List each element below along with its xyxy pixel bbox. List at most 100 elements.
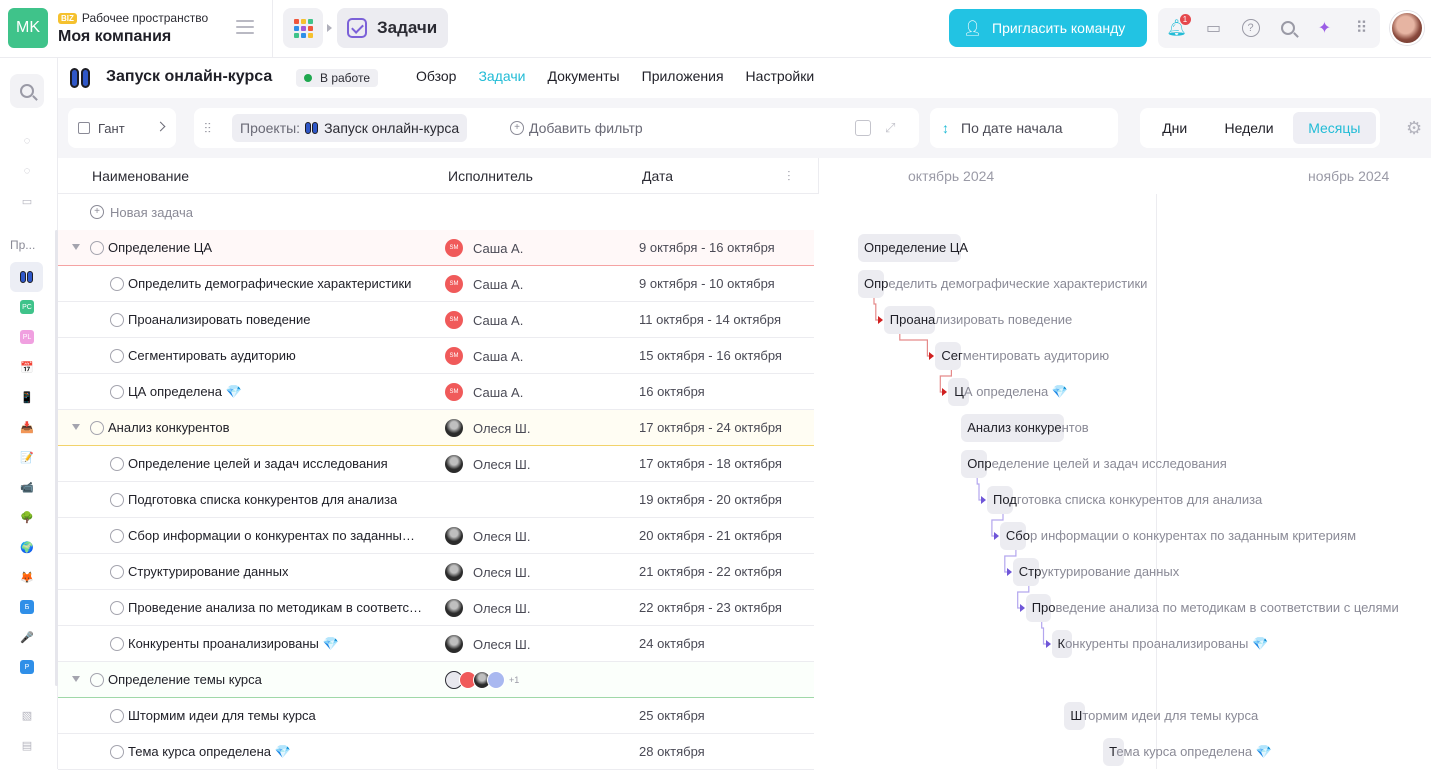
table-row[interactable]: Проведение анализа по методикам в соотве… [58, 590, 814, 626]
tab-3[interactable]: Приложения [642, 68, 724, 84]
task-status-toggle[interactable] [110, 637, 124, 651]
bell-icon[interactable]: 🔔︎ 1 [1166, 14, 1191, 38]
memo-icon[interactable]: 📝 [20, 450, 34, 464]
task-status-toggle[interactable] [110, 385, 124, 399]
check-circle-icon[interactable]: ◌ [20, 164, 34, 178]
task-status-toggle[interactable] [110, 745, 124, 759]
assignee[interactable]: Олеся Ш. [445, 455, 530, 473]
task-status-toggle[interactable] [90, 241, 104, 255]
task-status-toggle[interactable] [110, 601, 124, 615]
user-avatar[interactable] [1390, 11, 1424, 45]
table-row[interactable]: Сегментировать аудиторию SM Саша А. 15 октя… [58, 338, 814, 374]
assignee[interactable]: Олеся Ш. [445, 635, 530, 653]
status-badge[interactable]: В работе [296, 69, 379, 87]
table-row[interactable]: ЦА определена 💎 SM Саша А. 16 октября [58, 374, 814, 410]
tab-4[interactable]: Настройки [746, 68, 815, 84]
task-date[interactable]: 17 октября - 18 октября [639, 456, 782, 471]
task-group-row[interactable]: Определение темы курса +1 [58, 662, 814, 698]
assignee[interactable]: Олеся Ш. [445, 419, 530, 437]
check-circle-icon[interactable]: ◌ [20, 134, 34, 148]
table-row[interactable]: Проанализировать поведение SM Саша А. 11 ок… [58, 302, 814, 338]
task-status-toggle[interactable] [110, 493, 124, 507]
scale-button-2[interactable]: Месяцы [1292, 112, 1376, 144]
task-status-toggle[interactable] [110, 277, 124, 291]
apps-grid-icon[interactable] [283, 8, 323, 48]
sidebar-project-pc[interactable]: PC [20, 300, 34, 314]
table-row[interactable]: Подготовка списка конкурентов для анализ… [58, 482, 814, 518]
column-settings-icon[interactable]: ⫶ [787, 168, 791, 185]
task-name[interactable]: ЦА определена 💎 [128, 384, 242, 400]
archive-icon[interactable]: ▧ [20, 708, 34, 722]
task-name[interactable]: Штормим идеи для темы курса [128, 708, 316, 723]
tab-2[interactable]: Документы [547, 68, 619, 84]
task-date[interactable]: 15 октября - 16 октября [639, 348, 782, 363]
camera-icon[interactable]: 📹 [20, 480, 34, 494]
chevron-down-icon[interactable] [72, 424, 80, 430]
help-icon[interactable]: ? [1241, 18, 1261, 38]
inbox-icon[interactable]: 📥 [20, 420, 34, 434]
task-date[interactable]: 25 октября [639, 708, 705, 723]
task-status-toggle[interactable] [110, 313, 124, 327]
task-name[interactable]: Определение ЦА [108, 240, 212, 255]
fox-icon[interactable]: 🦊 [20, 570, 34, 584]
breadcrumb-tasks[interactable]: Задачи [337, 8, 448, 48]
sidebar-project-b[interactable]: Б [20, 600, 34, 614]
task-date[interactable]: 24 октября [639, 636, 705, 651]
task-date[interactable]: 20 октября - 21 октября [639, 528, 782, 543]
task-name[interactable]: Определение темы курса [108, 672, 262, 687]
task-status-toggle[interactable] [110, 529, 124, 543]
tab-0[interactable]: Обзор [416, 68, 456, 84]
task-name[interactable]: Структурирование данных [128, 564, 288, 579]
task-status-toggle[interactable] [110, 709, 124, 723]
workspace-logo[interactable]: MK [8, 8, 48, 48]
calendar-icon[interactable]: 📅 [20, 360, 34, 374]
invite-team-button[interactable]: 👤︎ Пригласить команду [949, 9, 1147, 47]
task-date[interactable]: 21 октября - 22 октября [639, 564, 782, 579]
sidebar-search-button[interactable] [10, 74, 44, 108]
task-name[interactable]: Сбор информации о конкурентах по заданны… [128, 528, 423, 543]
phone-icon[interactable]: 📱 [20, 390, 34, 404]
assignee[interactable]: Олеся Ш. [445, 563, 530, 581]
task-date[interactable]: 17 октября - 24 октября [639, 420, 782, 435]
assignee-stack[interactable]: +1 [445, 671, 519, 689]
assignee[interactable]: SM Саша А. [445, 311, 523, 329]
task-name[interactable]: Определить демографические характеристик… [128, 276, 411, 291]
search-icon[interactable] [1278, 18, 1298, 38]
table-row[interactable]: Определить демографические характеристик… [58, 266, 814, 302]
tab-1[interactable]: Задачи [478, 68, 525, 84]
assignee[interactable]: SM Саша А. [445, 239, 523, 257]
task-name[interactable]: Конкуренты проанализированы 💎 [128, 636, 339, 652]
task-date[interactable]: 9 октября - 16 октября [639, 240, 775, 255]
chevron-down-icon[interactable] [72, 244, 80, 250]
column-date-header[interactable]: Дата [642, 168, 673, 184]
task-name[interactable]: Подготовка списка конкурентов для анализ… [128, 492, 397, 507]
table-row[interactable]: Сбор информации о конкурентах по заданны… [58, 518, 814, 554]
sidebar-project-pl[interactable]: PL [20, 330, 34, 344]
task-name[interactable]: Тема курса определена 💎 [128, 744, 291, 760]
task-name[interactable]: Определение целей и задач исследования [128, 456, 388, 471]
scale-button-0[interactable]: Дни [1144, 112, 1205, 144]
view-selector[interactable]: Гант [68, 108, 176, 148]
task-status-toggle[interactable] [110, 565, 124, 579]
task-group-row[interactable]: Анализ конкурентов Олеся Ш. 17 октября - 2… [58, 410, 814, 446]
task-date[interactable]: 22 октября - 23 октября [639, 600, 782, 615]
task-date[interactable]: 28 октября [639, 744, 705, 759]
sidebar-project-p[interactable]: P [20, 660, 34, 674]
folder-icon[interactable]: ▭ [20, 194, 34, 208]
sort-selector[interactable]: ↕ По дате начала [930, 108, 1118, 148]
grid-icon[interactable]: ⠿ [1352, 18, 1372, 38]
assignee[interactable]: SM Саша А. [445, 275, 523, 293]
sliders-icon[interactable]: ⫶⫶ [204, 120, 222, 136]
tree-icon[interactable]: 🌳 [20, 510, 34, 524]
table-row[interactable]: Определение целей и задач исследования Ол… [58, 446, 814, 482]
microphone-icon[interactable]: 🎤 [20, 630, 34, 644]
task-status-toggle[interactable] [90, 421, 104, 435]
assignee[interactable]: SM Саша А. [445, 347, 523, 365]
task-date[interactable]: 19 октября - 20 октября [639, 492, 782, 507]
sparkle-icon[interactable]: ✦ [1315, 18, 1335, 38]
assignee[interactable]: Олеся Ш. [445, 599, 530, 617]
task-status-toggle[interactable] [110, 457, 124, 471]
table-row[interactable]: Тема курса определена 💎 28 октября [58, 734, 814, 770]
task-name[interactable]: Анализ конкурентов [108, 420, 230, 435]
column-assignee-header[interactable]: Исполнитель [448, 168, 533, 184]
